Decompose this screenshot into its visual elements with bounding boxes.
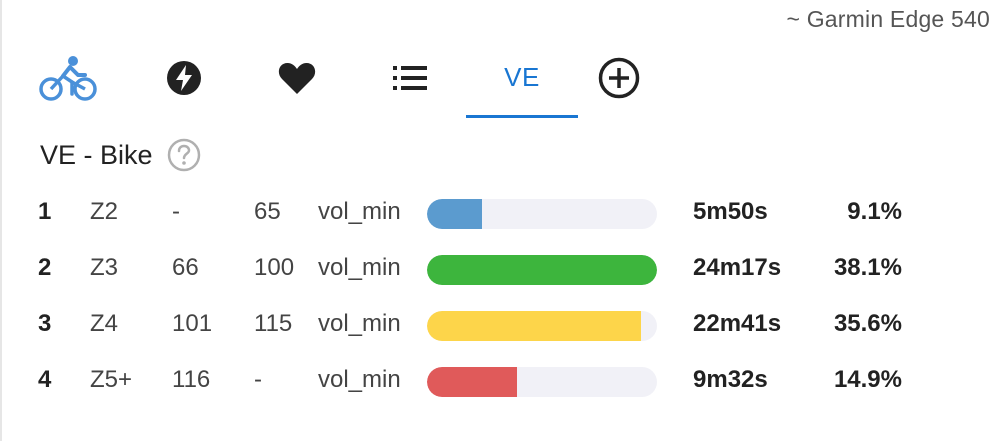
zone-row: 4 Z5+ 116 - vol_min 9m32s 14.9% bbox=[0, 360, 1008, 400]
add-circle-icon bbox=[598, 57, 640, 99]
heart-icon bbox=[278, 61, 316, 95]
tab-bike[interactable] bbox=[12, 40, 124, 116]
zone-max: 115 bbox=[254, 310, 293, 337]
section-header: VE - Bike bbox=[40, 138, 201, 172]
zone-min: 66 bbox=[172, 254, 199, 281]
zone-number: 2 bbox=[38, 254, 52, 281]
list-icon bbox=[393, 64, 427, 92]
zone-number: 4 bbox=[38, 366, 52, 393]
bike-icon bbox=[39, 54, 97, 102]
zone-row: 1 Z2 - 65 vol_min 5m50s 9.1% bbox=[0, 192, 1008, 232]
tab-add[interactable] bbox=[563, 40, 675, 116]
lightning-icon bbox=[166, 60, 202, 96]
zone-min: 116 bbox=[172, 366, 211, 393]
zone-time: 22m41s bbox=[693, 310, 782, 337]
help-circle-icon[interactable] bbox=[167, 138, 201, 172]
zone-row: 3 Z4 101 115 vol_min 22m41s 35.6% bbox=[0, 304, 1008, 344]
zone-bar-fill bbox=[427, 255, 657, 285]
zone-time: 9m32s bbox=[693, 366, 768, 393]
section-title: VE - Bike bbox=[40, 139, 153, 170]
zone-row: 2 Z3 66 100 vol_min 24m17s 38.1% bbox=[0, 248, 1008, 288]
zone-unit: vol_min bbox=[318, 310, 401, 337]
zone-bar-track bbox=[427, 367, 657, 397]
zone-percent: 14.9% bbox=[833, 366, 902, 393]
zone-bar-fill bbox=[427, 311, 641, 341]
tab-ve[interactable]: VE bbox=[466, 40, 578, 118]
tab-bar: VE bbox=[12, 40, 672, 120]
device-label: ~ Garmin Edge 540 bbox=[786, 6, 990, 32]
zone-name: Z3 bbox=[90, 254, 119, 281]
zone-name: Z4 bbox=[90, 310, 119, 337]
zone-bar-track bbox=[427, 255, 657, 285]
zone-min: - bbox=[172, 198, 180, 225]
zone-unit: vol_min bbox=[318, 366, 401, 393]
zone-number: 3 bbox=[38, 310, 52, 337]
zone-bar-fill bbox=[427, 199, 483, 229]
zone-unit: vol_min bbox=[318, 198, 401, 225]
zone-time: 24m17s bbox=[693, 254, 782, 281]
zone-unit: vol_min bbox=[318, 254, 401, 281]
zone-bar-track bbox=[427, 199, 657, 229]
zone-max: 65 bbox=[254, 198, 281, 225]
tab-power[interactable] bbox=[128, 40, 240, 116]
tab-ve-label: VE bbox=[504, 62, 540, 92]
zone-percent: 38.1% bbox=[833, 254, 902, 281]
zone-bar-track bbox=[427, 311, 657, 341]
zone-bar-fill bbox=[427, 367, 517, 397]
tab-heart[interactable] bbox=[241, 40, 353, 116]
zone-max: 100 bbox=[254, 254, 295, 281]
zone-percent: 35.6% bbox=[833, 310, 902, 337]
zone-min: 101 bbox=[172, 310, 213, 337]
zone-name: Z2 bbox=[90, 198, 119, 225]
zone-percent: 9.1% bbox=[847, 198, 902, 225]
tab-list[interactable] bbox=[354, 40, 466, 116]
zone-time: 5m50s bbox=[693, 198, 768, 225]
zone-number: 1 bbox=[38, 198, 52, 225]
zone-name: Z5+ bbox=[90, 366, 133, 393]
zone-max: - bbox=[254, 366, 262, 393]
